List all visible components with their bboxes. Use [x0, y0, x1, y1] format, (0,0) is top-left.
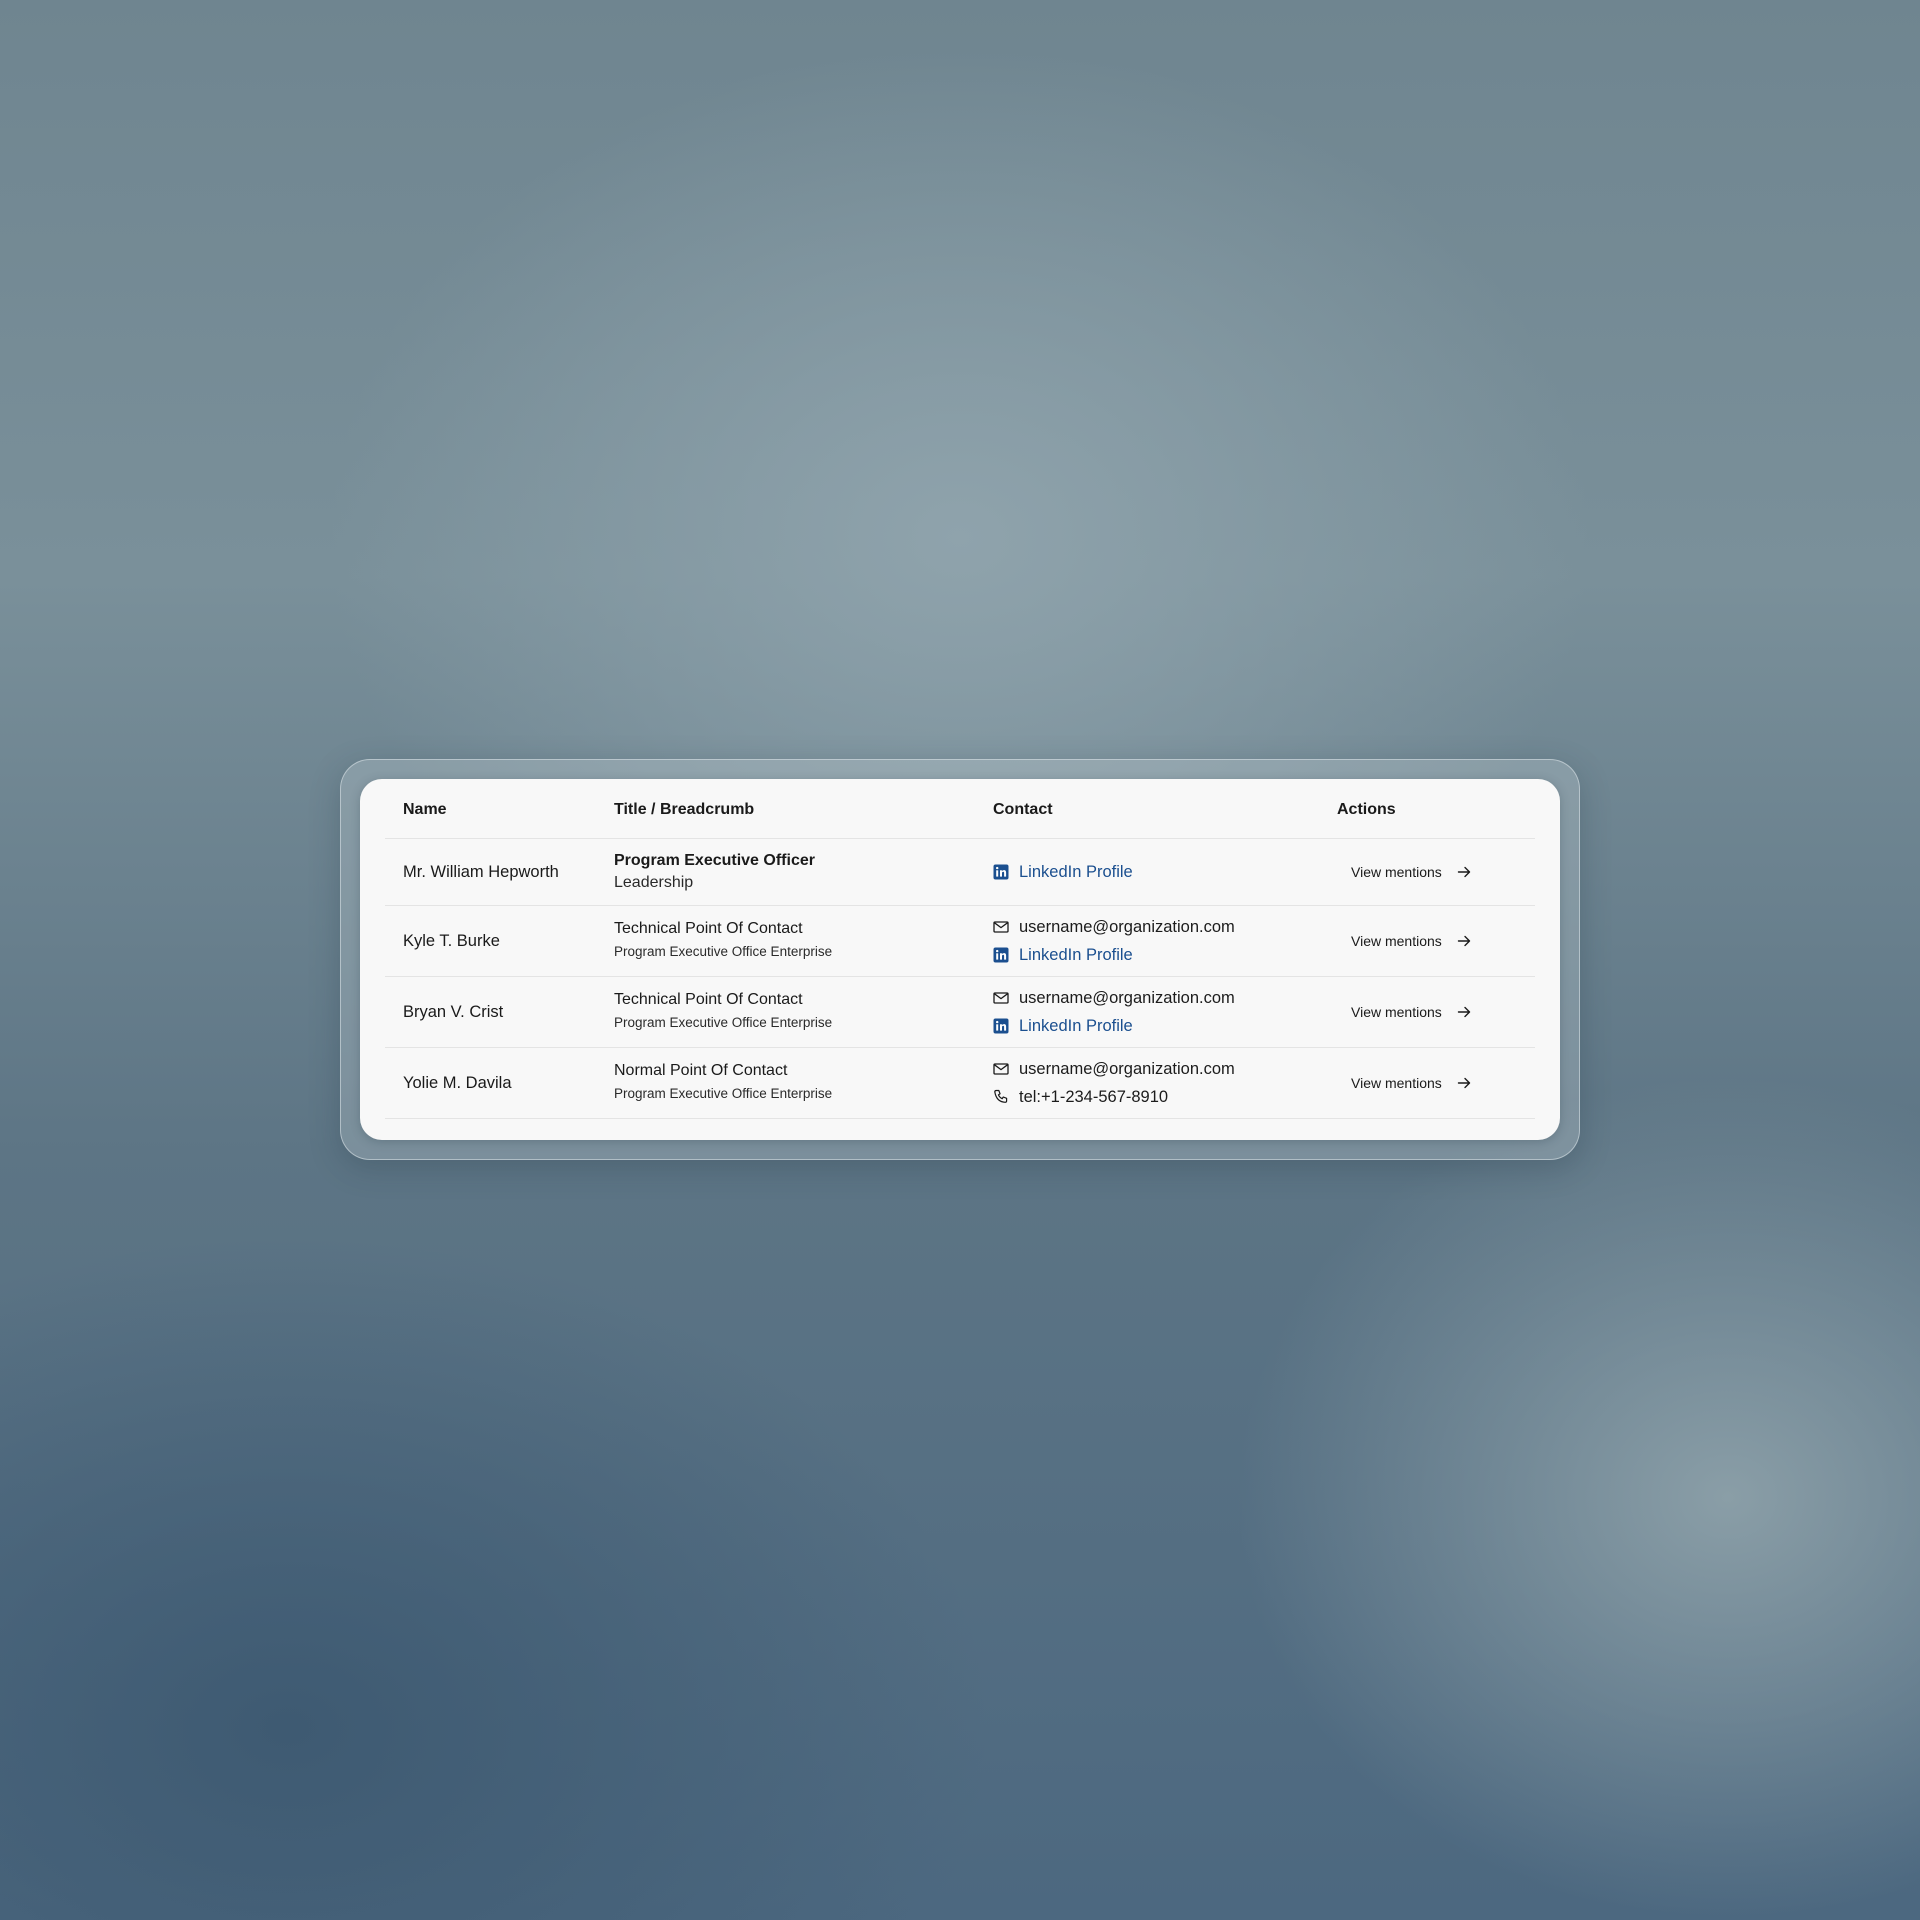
email-link[interactable]: username@organization.com — [993, 913, 1337, 941]
contact-cell: username@organization.com LinkedIn Profi… — [993, 984, 1337, 1040]
title-cell: Technical Point Of Contact Program Execu… — [614, 918, 993, 964]
linkedin-icon — [993, 864, 1009, 880]
linkedin-link[interactable]: LinkedIn Profile — [993, 941, 1337, 969]
linkedin-label: LinkedIn Profile — [1019, 1016, 1133, 1035]
header-contact[interactable]: Contact — [993, 801, 1337, 819]
header-actions: Actions — [1337, 800, 1396, 818]
view-mentions-button[interactable]: View mentions — [1337, 998, 1486, 1026]
linkedin-link[interactable]: LinkedIn Profile — [993, 1012, 1337, 1040]
title-cell: Technical Point Of Contact Program Execu… — [614, 989, 993, 1035]
header-name[interactable]: Name — [385, 801, 614, 819]
contact-name: Mr. William Hepworth — [403, 862, 559, 881]
title-cell: Program Executive Officer Leadership — [614, 850, 993, 894]
linkedin-link[interactable]: LinkedIn Profile — [993, 858, 1337, 886]
contact-title: Technical Point Of Contact — [614, 991, 803, 1008]
linkedin-label: LinkedIn Profile — [1019, 862, 1133, 881]
table-row[interactable]: Mr. William Hepworth Program Executive O… — [385, 839, 1535, 906]
actions-cell: View mentions — [1337, 927, 1535, 955]
contact-name: Bryan V. Crist — [403, 1002, 504, 1021]
title-cell: Normal Point Of Contact Program Executiv… — [614, 1060, 993, 1106]
email-label: username@organization.com — [1019, 988, 1235, 1007]
contact-name: Yolie M. Davila — [403, 1073, 512, 1092]
contact-breadcrumb: Program Executive Office Enterprise — [614, 944, 833, 959]
view-mentions-label: View mentions — [1351, 933, 1442, 949]
phone-icon — [993, 1089, 1009, 1105]
contact-breadcrumb: Program Executive Office Enterprise — [614, 1015, 833, 1030]
view-mentions-label: View mentions — [1351, 1075, 1442, 1091]
table-header: Name Title / Breadcrumb Contact Actions — [385, 779, 1535, 839]
table-row[interactable]: Kyle T. Burke Technical Point Of Contact… — [385, 906, 1535, 977]
view-mentions-button[interactable]: View mentions — [1337, 858, 1486, 886]
linkedin-icon — [993, 1018, 1009, 1034]
view-mentions-label: View mentions — [1351, 1004, 1442, 1020]
contact-cell: username@organization.com LinkedIn Profi… — [993, 913, 1337, 969]
email-link[interactable]: username@organization.com — [993, 1055, 1337, 1083]
mail-icon — [993, 990, 1009, 1006]
email-label: username@organization.com — [1019, 1059, 1235, 1078]
linkedin-icon — [993, 947, 1009, 963]
linkedin-label: LinkedIn Profile — [1019, 945, 1133, 964]
arrow-right-icon — [1456, 1004, 1472, 1020]
phone-label: tel:+1-234-567-8910 — [1019, 1087, 1169, 1106]
contact-cell: username@organization.com tel:+1-234-567… — [993, 1055, 1337, 1111]
view-mentions-button[interactable]: View mentions — [1337, 1069, 1486, 1097]
contact-cell: LinkedIn Profile — [993, 858, 1337, 886]
actions-cell: View mentions — [1337, 858, 1535, 886]
contacts-table-card: Name Title / Breadcrumb Contact Actions … — [360, 779, 1560, 1140]
table-row[interactable]: Yolie M. Davila Normal Point Of Contact … — [385, 1048, 1535, 1119]
contact-title: Technical Point Of Contact — [614, 920, 803, 937]
contact-title: Normal Point Of Contact — [614, 1062, 788, 1079]
arrow-right-icon — [1456, 864, 1472, 880]
mail-icon — [993, 919, 1009, 935]
phone-link[interactable]: tel:+1-234-567-8910 — [993, 1083, 1337, 1111]
contact-breadcrumb: Program Executive Office Enterprise — [614, 1086, 833, 1101]
arrow-right-icon — [1456, 1075, 1472, 1091]
actions-cell: View mentions — [1337, 1069, 1535, 1097]
arrow-right-icon — [1456, 933, 1472, 949]
view-mentions-button[interactable]: View mentions — [1337, 927, 1486, 955]
header-title-breadcrumb[interactable]: Title / Breadcrumb — [614, 801, 993, 819]
contact-title: Program Executive Officer — [614, 852, 815, 869]
contact-name: Kyle T. Burke — [403, 931, 500, 950]
view-mentions-label: View mentions — [1351, 864, 1442, 880]
contact-breadcrumb: Leadership — [614, 874, 694, 891]
actions-cell: View mentions — [1337, 998, 1535, 1026]
mail-icon — [993, 1061, 1009, 1077]
table-row[interactable]: Bryan V. Crist Technical Point Of Contac… — [385, 977, 1535, 1048]
email-link[interactable]: username@organization.com — [993, 984, 1337, 1012]
email-label: username@organization.com — [1019, 917, 1235, 936]
